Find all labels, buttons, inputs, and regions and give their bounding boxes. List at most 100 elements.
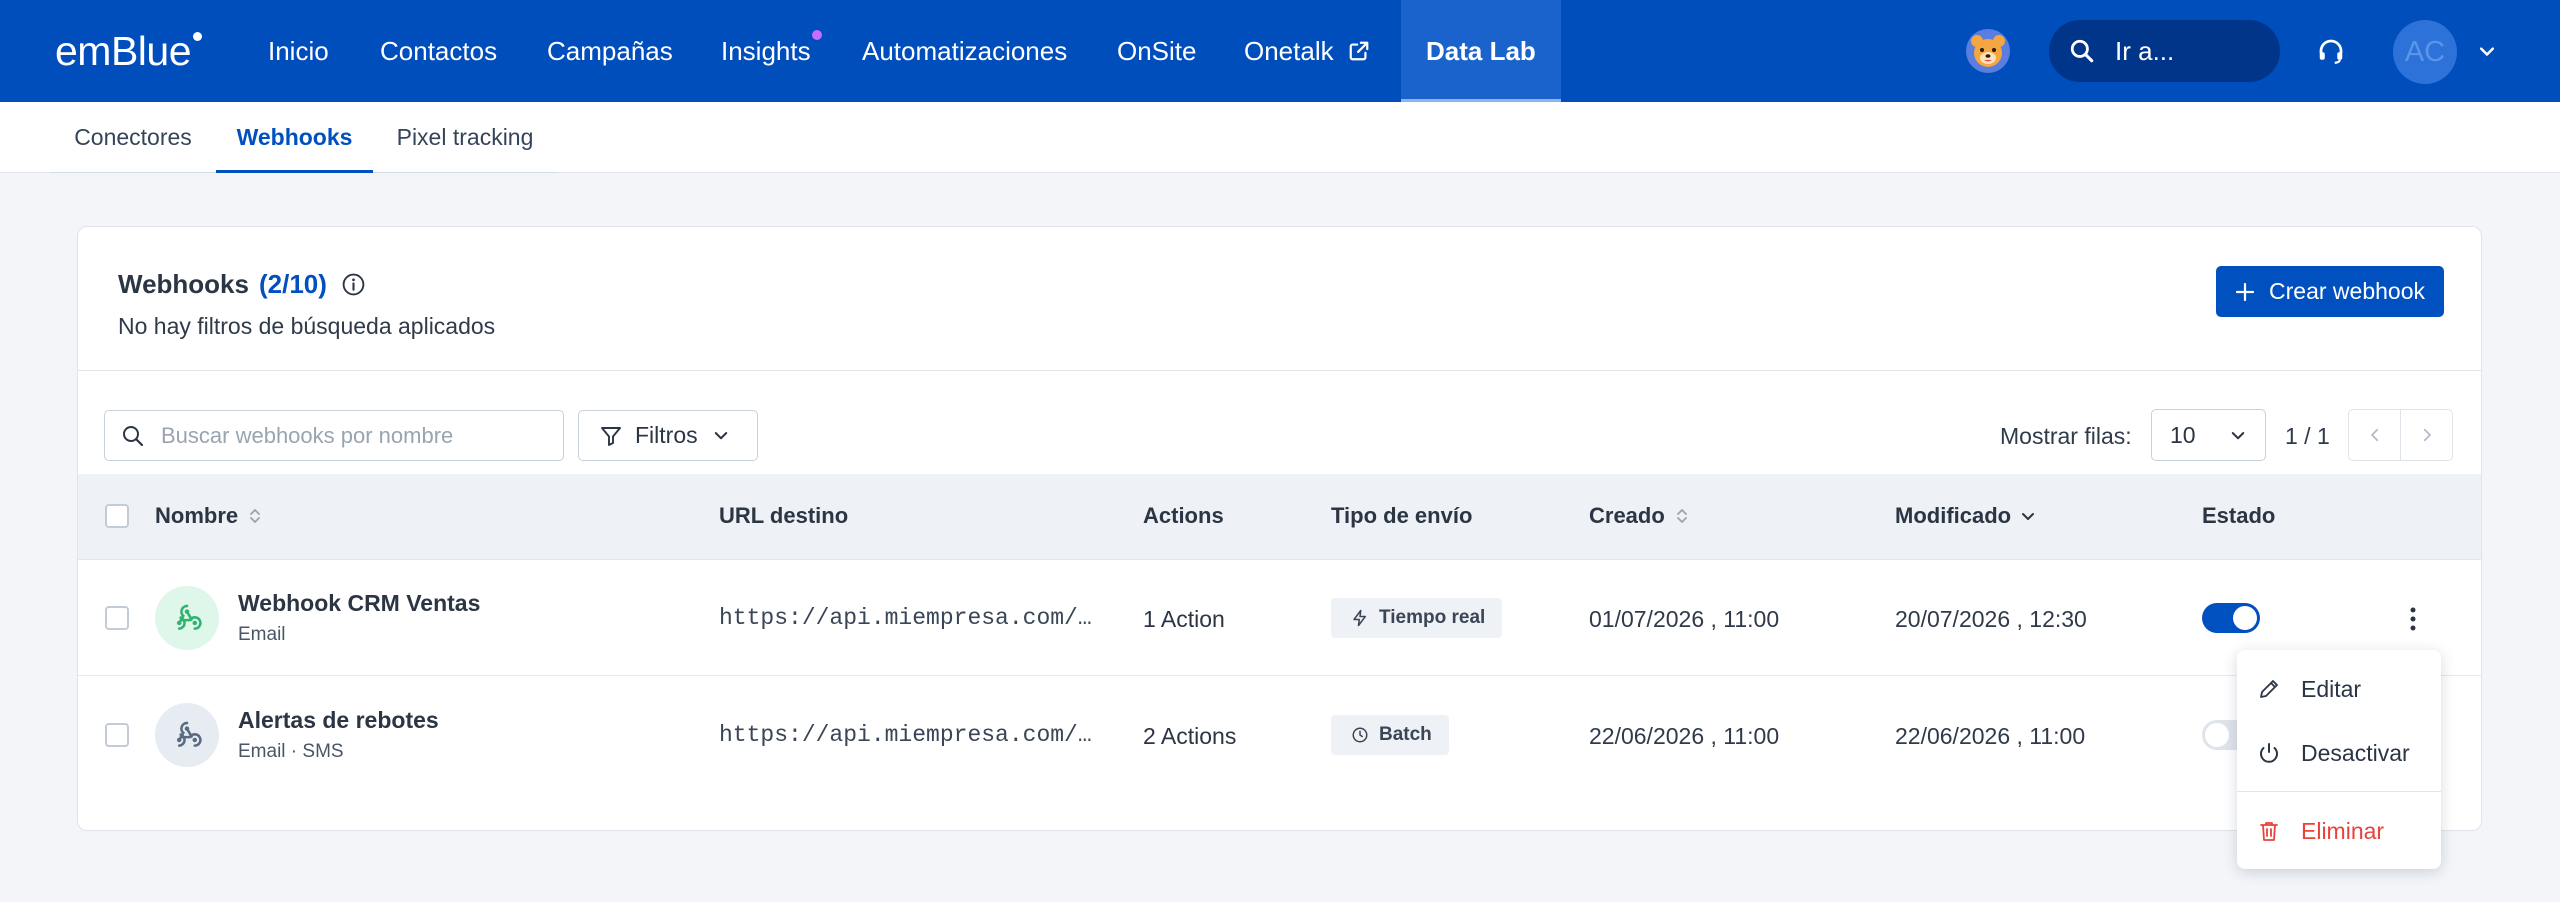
next-page-button[interactable] — [2400, 409, 2453, 461]
chevron-down-icon — [2231, 432, 2245, 440]
top-navigation: emBlue Inicio Contactos Campañas Insight… — [0, 0, 2560, 102]
more-options-icon[interactable] — [2402, 604, 2424, 634]
menu-divider — [2237, 791, 2441, 792]
menu-item-edit[interactable]: Editar — [2237, 664, 2441, 714]
webhook-search-input[interactable] — [161, 422, 541, 449]
toggle-knob — [2233, 606, 2257, 630]
tab-pixel-tracking[interactable]: Pixel tracking — [373, 102, 557, 172]
trash-icon — [2260, 822, 2278, 841]
table-row: Webhook CRM Ventas Email https://api.mie… — [78, 560, 2481, 676]
nav-item-data-lab[interactable]: Data Lab — [1401, 0, 1561, 102]
nav-item-label: Contactos — [380, 35, 498, 66]
divider — [78, 370, 2481, 371]
bear-face-icon — [1971, 35, 2005, 67]
webhooks-card: Webhooks (2/10) No hay filtros de búsque… — [77, 226, 2482, 831]
sub-tabs: Conectores Webhooks Pixel tracking — [0, 102, 2560, 173]
tab-label: Conectores — [74, 123, 192, 150]
menu-item-label: Desactivar — [2301, 739, 2410, 766]
toggle-knob — [2205, 723, 2229, 747]
nav-item-label: OnSite — [1117, 35, 1197, 66]
nav-item-insights[interactable]: Insights — [721, 0, 822, 102]
chevron-left-icon — [2370, 428, 2378, 442]
webhook-avatar — [155, 703, 219, 767]
webhook-name[interactable]: Webhook CRM Ventas — [238, 590, 480, 617]
rows-per-page-label: Mostrar filas: — [2000, 423, 2132, 449]
search-icon — [2070, 39, 2094, 63]
select-all-checkbox[interactable] — [105, 504, 129, 528]
modified-date: 22/06/2026 , 11:00 — [1895, 723, 2086, 749]
menu-item-label: Editar — [2301, 675, 2362, 702]
nav-item-onetalk[interactable]: Onetalk — [1244, 0, 1370, 102]
create-webhook-label: Crear webhook — [2269, 278, 2425, 304]
filters-button[interactable]: Filtros — [578, 410, 758, 461]
webhook-channel: Email · SMS — [238, 741, 344, 762]
clock-icon — [1352, 727, 1368, 743]
external-link-icon — [1349, 41, 1368, 61]
table-header: Nombre URL destino Actions Tipo de envío… — [78, 474, 2481, 560]
power-icon — [2260, 743, 2278, 763]
webhook-icon — [176, 604, 202, 630]
destination-url: https://api.miempresa.com/webhooks/rebot… — [719, 722, 1094, 748]
logo-text: emBlue — [55, 28, 192, 74]
sort-icon — [1676, 509, 1687, 523]
create-webhook-button[interactable]: Crear webhook — [2216, 266, 2444, 317]
page-title: Webhooks (2/10) — [118, 269, 366, 300]
emblue-logo[interactable]: emBlue — [55, 28, 203, 74]
nav-item-campanas[interactable]: Campañas — [547, 0, 673, 102]
support-headset-icon[interactable] — [2316, 36, 2346, 66]
filter-status-text: No hay filtros de búsqueda aplicados — [118, 313, 496, 339]
table-row: Alertas de rebotes Email · SMS https://a… — [78, 677, 2481, 793]
rows-per-page-value: 10 — [2170, 421, 2196, 448]
info-icon[interactable] — [341, 272, 366, 297]
nav-item-inicio[interactable]: Inicio — [268, 0, 329, 102]
send-type-label: Batch — [1379, 724, 1432, 745]
column-header-modified[interactable]: Modificado — [1895, 503, 2035, 529]
webhook-count: (2/10) — [258, 269, 327, 299]
menu-item-delete[interactable]: Eliminar — [2237, 806, 2441, 856]
column-header-label: Creado — [1589, 503, 1665, 528]
logo-dot — [193, 32, 203, 41]
nav-item-label: Automatizaciones — [862, 35, 1068, 66]
destination-url: https://api.miempresa.com/webhooks/crm — [719, 605, 1094, 631]
page-indicator: 1 / 1 — [2285, 423, 2330, 449]
row-checkbox[interactable] — [105, 723, 129, 747]
global-search[interactable]: Ir a... — [2049, 20, 2280, 82]
menu-item-deactivate[interactable]: Desactivar — [2237, 728, 2441, 778]
previous-page-button[interactable] — [2348, 409, 2401, 461]
nav-item-automatizaciones[interactable]: Automatizaciones — [862, 0, 1067, 102]
actions-count: 2 Actions — [1143, 723, 1237, 749]
notification-dot — [812, 30, 822, 40]
row-checkbox[interactable] — [105, 606, 129, 630]
global-search-label: Ir a... — [2115, 35, 2175, 66]
column-header-type: Tipo de envío — [1331, 503, 1472, 529]
column-header-label: Nombre — [155, 503, 239, 528]
webhook-channel: Email — [238, 624, 286, 645]
send-type-tag: Batch — [1331, 715, 1449, 755]
nav-item-onsite[interactable]: OnSite — [1117, 0, 1197, 102]
webhook-search — [104, 410, 564, 461]
column-header-label: Actions — [1143, 503, 1224, 528]
nav-item-label: Insights — [721, 35, 811, 66]
webhook-avatar — [155, 586, 219, 650]
nav-item-label: Data Lab — [1426, 35, 1536, 66]
chevron-down-icon[interactable] — [2477, 42, 2497, 62]
column-header-actions: Actions — [1143, 503, 1224, 529]
column-header-url: URL destino — [719, 503, 848, 529]
plus-icon — [2235, 282, 2255, 301]
chevron-right-icon — [2423, 428, 2431, 442]
status-toggle[interactable] — [2202, 603, 2260, 633]
column-header-label: Modificado — [1895, 503, 2012, 528]
column-header-name[interactable]: Nombre — [155, 503, 262, 529]
created-date: 22/06/2026 , 11:00 — [1589, 723, 1780, 749]
tab-conectores[interactable]: Conectores — [50, 102, 216, 172]
column-header-status: Estado — [2202, 503, 2275, 529]
card-title-text: Webhooks — [118, 269, 249, 299]
nav-item-contactos[interactable]: Contactos — [380, 0, 497, 102]
column-header-created[interactable]: Creado — [1589, 503, 1689, 529]
send-type-label: Tiempo real — [1379, 607, 1486, 628]
mascot-icon[interactable] — [1966, 29, 2010, 73]
user-avatar[interactable]: AC — [2393, 20, 2457, 84]
tab-webhooks[interactable]: Webhooks — [216, 102, 373, 173]
rows-per-page-select[interactable]: 10 — [2151, 409, 2266, 461]
webhook-name[interactable]: Alertas de rebotes — [238, 707, 439, 734]
